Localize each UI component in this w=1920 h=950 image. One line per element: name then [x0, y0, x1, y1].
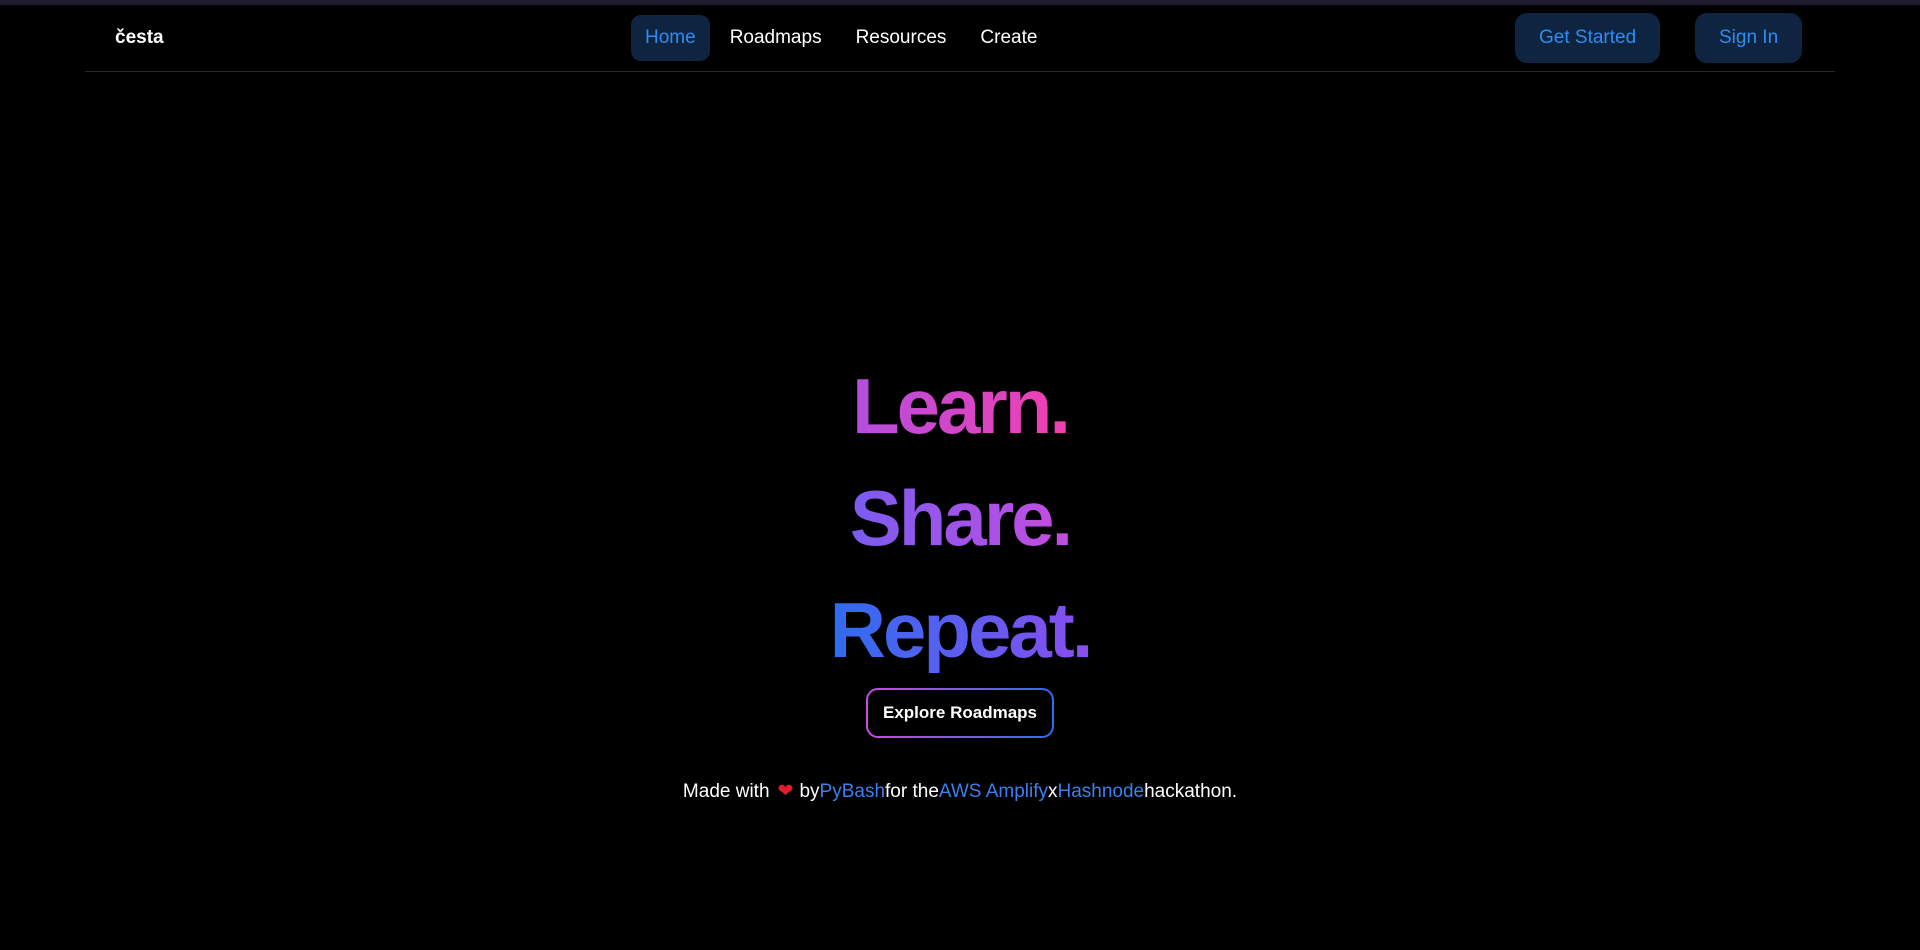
nav-link-resources[interactable]: Resources — [842, 15, 961, 61]
explore-roadmaps-button-border: Explore Roadmaps — [866, 688, 1054, 738]
aws-amplify-link[interactable]: AWS Amplify — [939, 781, 1048, 802]
top-navbar: česta Home Roadmaps Resources Create Get… — [85, 5, 1835, 72]
brand-logo[interactable]: česta — [115, 27, 164, 49]
hero-line-share: Share. — [850, 462, 1073, 574]
nav-link-create[interactable]: Create — [966, 15, 1051, 61]
hero-line-repeat: Repeat. — [830, 574, 1094, 686]
hero-section: Learn. Share. Repeat. — [0, 350, 1920, 686]
hashnode-link[interactable]: Hashnode — [1057, 781, 1144, 802]
nav-links: Home Roadmaps Resources Create — [631, 14, 1051, 62]
pybash-link[interactable]: PyBash — [820, 781, 885, 802]
footer-credit: Made with ❤ byPyBashfor theAWS AmplifyxHas… — [0, 780, 1920, 803]
sign-in-button[interactable]: Sign In — [1695, 13, 1803, 63]
heart-icon: ❤ — [777, 781, 794, 802]
nav-link-home[interactable]: Home — [631, 15, 710, 61]
hero-line-learn: Learn. — [852, 350, 1071, 462]
footer-by: by — [799, 781, 820, 802]
footer-hackathon: hackathon. — [1144, 781, 1238, 802]
explore-roadmaps-button[interactable]: Explore Roadmaps — [868, 690, 1052, 736]
nav-link-roadmaps[interactable]: Roadmaps — [716, 15, 836, 61]
footer-made-with: Made with — [682, 781, 770, 802]
get-started-button[interactable]: Get Started — [1515, 13, 1661, 63]
footer-for-the: for the — [885, 781, 939, 802]
